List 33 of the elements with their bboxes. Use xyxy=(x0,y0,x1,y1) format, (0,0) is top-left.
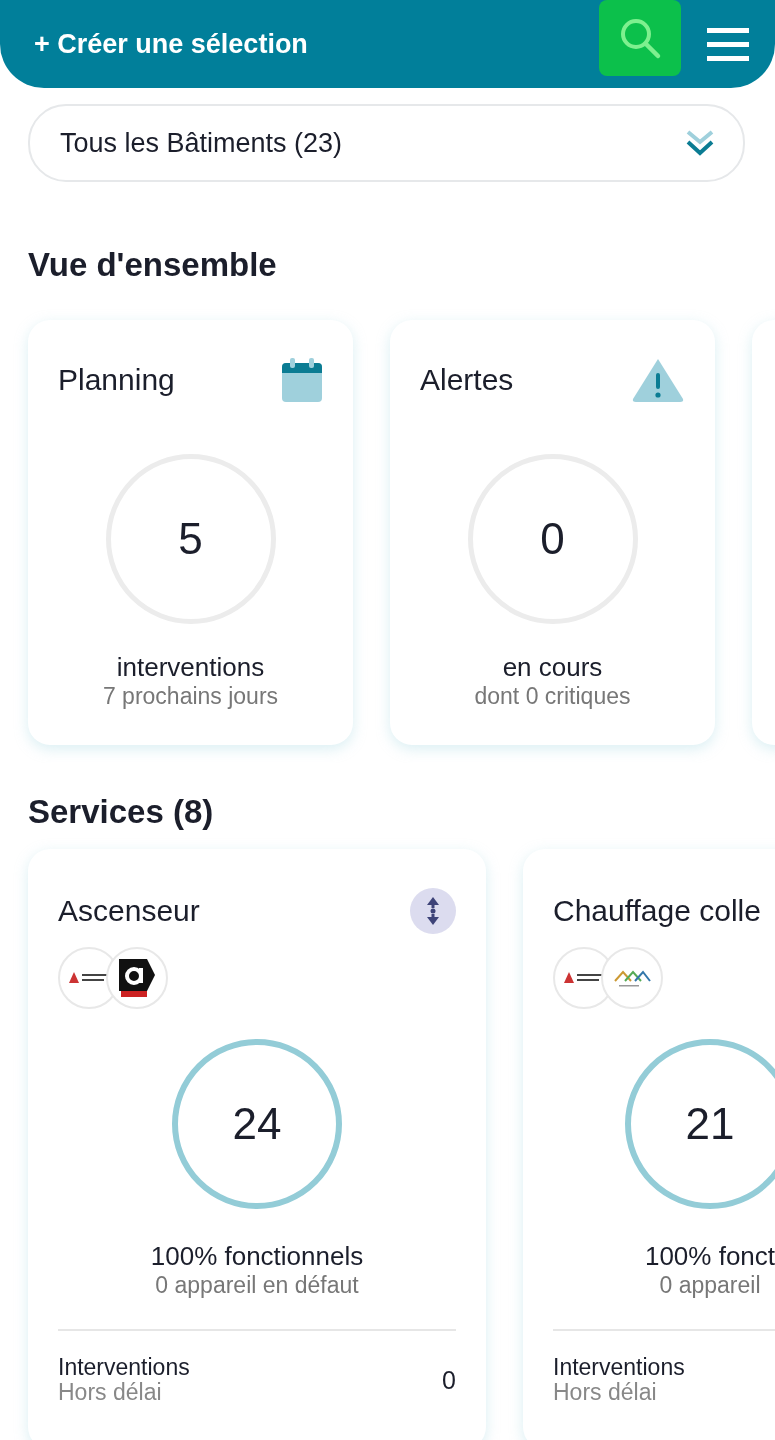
warning-icon xyxy=(631,357,685,403)
status-sublabel: 0 appareil xyxy=(658,1272,762,1299)
section-title: Services (8) xyxy=(27,793,215,831)
logo-icon xyxy=(117,957,157,999)
count-value: 24 xyxy=(232,1099,282,1149)
stat-label: Interventions xyxy=(58,1355,190,1380)
calendar-icon xyxy=(281,357,323,403)
section-title: Vue d'ensemble xyxy=(27,246,278,284)
search-icon xyxy=(618,16,662,60)
card-title: Planning xyxy=(58,363,175,397)
stat-label: Interventions xyxy=(553,1355,685,1380)
count-value: 0 xyxy=(540,514,565,564)
count-value: 21 xyxy=(685,1099,735,1149)
count-sublabel: 7 prochains jours xyxy=(101,683,280,710)
status-label: 100% fonct xyxy=(643,1241,775,1272)
stat-value: 0 xyxy=(442,1365,456,1395)
stat-sublabel: Hors délai xyxy=(58,1380,163,1405)
menu-button[interactable] xyxy=(707,26,749,62)
stat-sublabel: Hors délai xyxy=(553,1380,658,1405)
sort-button[interactable] xyxy=(410,888,456,934)
count-label: en cours xyxy=(501,652,604,683)
count-value: 5 xyxy=(178,514,203,564)
status-sublabel: 0 appareil en défaut xyxy=(154,1272,360,1299)
chevron-down-icon xyxy=(685,129,715,157)
status-label: 100% fonctionnels xyxy=(149,1241,365,1272)
card-title: Ascenseur xyxy=(58,894,200,928)
card-title: Chauffage colle xyxy=(553,894,761,928)
count-sublabel: dont 0 critiques xyxy=(473,683,632,710)
card-title: Alertes xyxy=(420,363,514,397)
count-label: interventions xyxy=(115,652,266,683)
menu-icon xyxy=(707,26,749,62)
building-select[interactable]: Tous les Bâtiments (23) xyxy=(28,104,745,182)
sort-arrows-icon xyxy=(425,896,441,926)
